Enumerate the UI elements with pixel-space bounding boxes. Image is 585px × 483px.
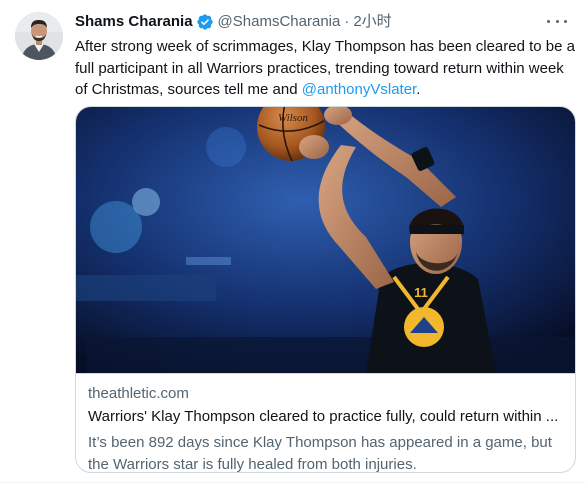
card-image[interactable]: 11 Wilson [76,107,575,373]
tweet[interactable]: Shams Charania @ShamsCharania · 2小时 Afte… [0,0,585,483]
tweet-timestamp[interactable]: 2小时 [353,12,391,32]
more-options-icon[interactable] [547,14,567,28]
tweet-header: Shams Charania @ShamsCharania · 2小时 [75,11,545,33]
mention-link[interactable]: @anthonyVslater [302,81,416,98]
separator-dot: · [344,13,350,30]
author-handle[interactable]: @ShamsCharania [218,12,341,32]
verified-badge-icon [196,13,214,31]
jersey-number: 11 [414,285,428,300]
tweet-text: After strong week of scrimmages, Klay Th… [75,36,575,101]
card-domain: theathletic.com [88,385,189,402]
link-card[interactable]: 11 Wilson theathletic.com Warriors' Klay… [75,106,576,473]
card-title: Warriors' Klay Thompson cleared to pract… [88,408,559,425]
ball-brand-text: Wilson [278,112,308,124]
card-description: It’s been 892 days since Klay Thompson h… [88,434,552,473]
author-name[interactable]: Shams Charania [75,12,193,32]
tweet-text-end: . [416,81,421,98]
avatar[interactable] [15,12,63,60]
card-meta[interactable]: theathletic.com Warriors' Klay Thompson … [76,373,575,473]
